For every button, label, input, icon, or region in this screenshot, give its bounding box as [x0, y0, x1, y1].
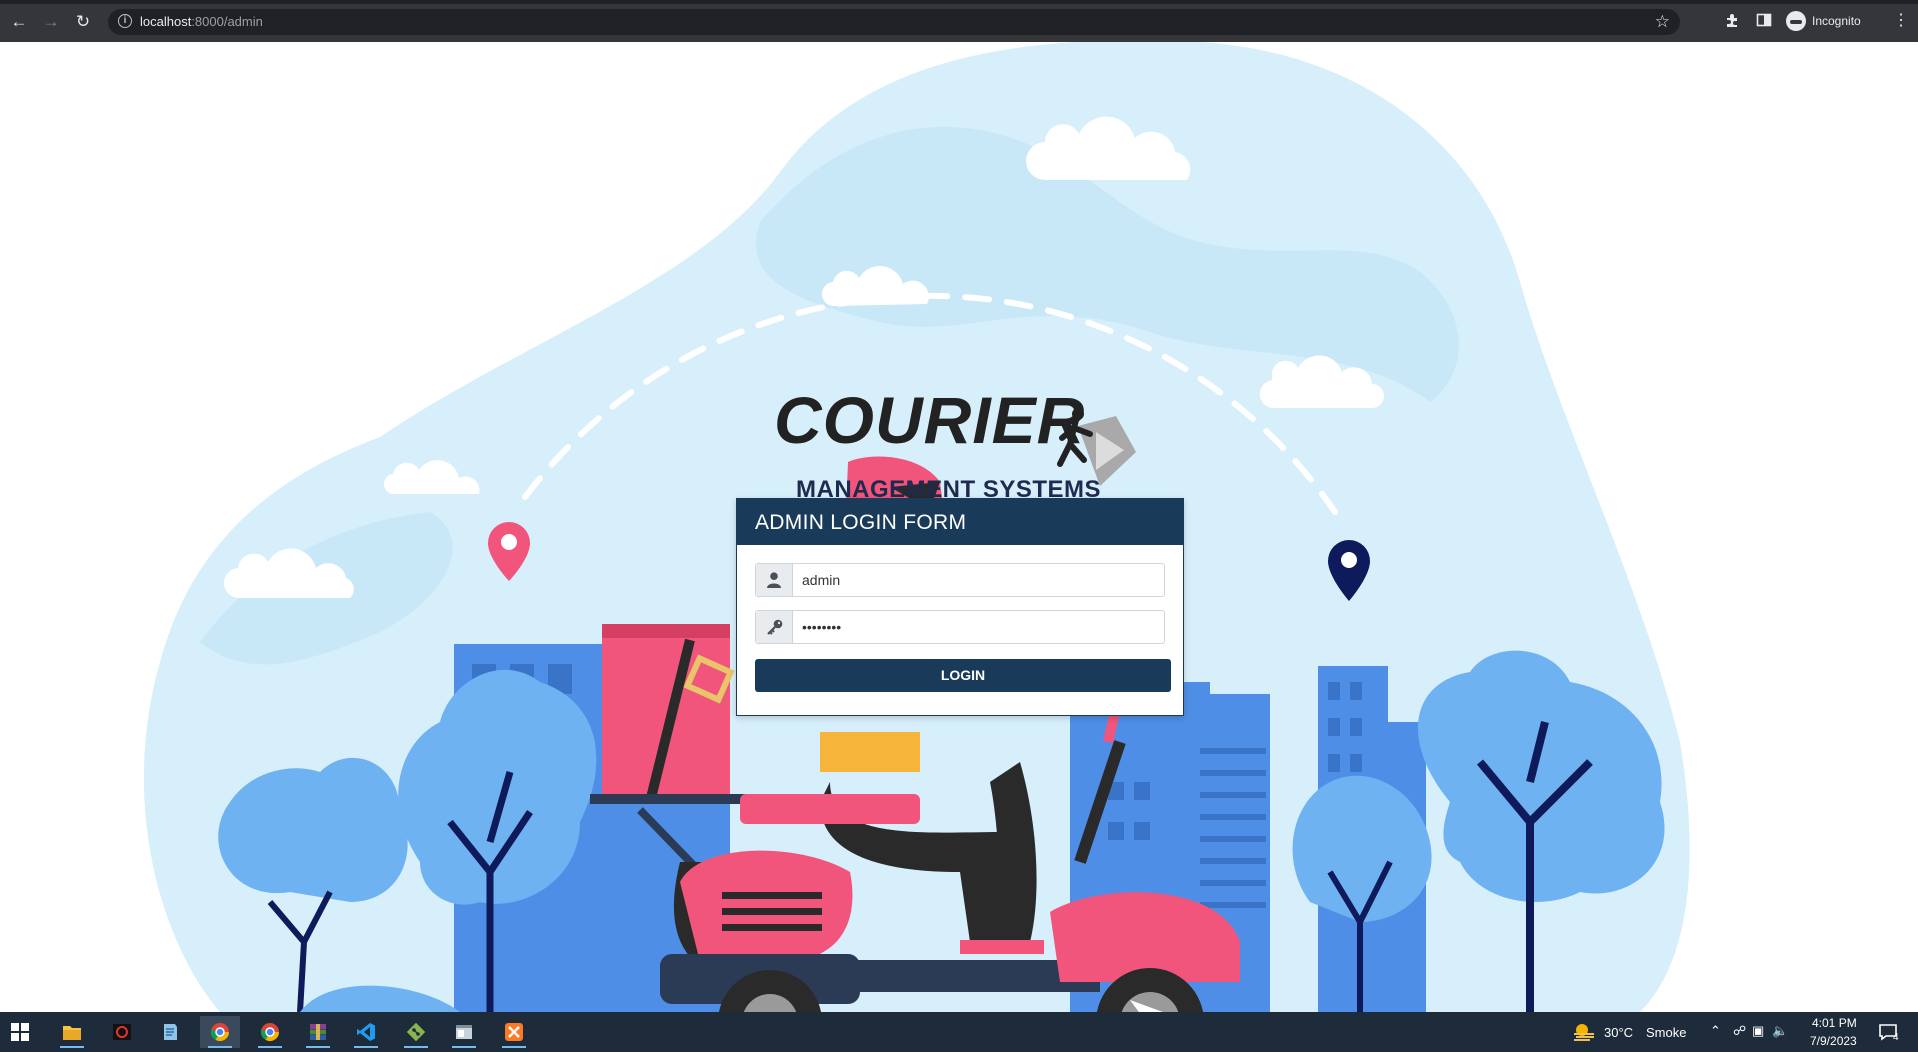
- username-field[interactable]: [755, 563, 1165, 597]
- git-icon[interactable]: [396, 1016, 436, 1048]
- side-panel-icon[interactable]: [1756, 12, 1772, 33]
- file-explorer-icon[interactable]: [52, 1016, 92, 1048]
- active-indicator: [452, 1046, 476, 1048]
- key-icon: [767, 619, 783, 635]
- meet-now-icon[interactable]: ☍: [1733, 1023, 1746, 1039]
- windows-start-icon[interactable]: [0, 1016, 40, 1048]
- volume-icon[interactable]: 🔈: [1772, 1023, 1788, 1039]
- active-indicator: [404, 1046, 428, 1048]
- admin-login-form: ADMIN LOGIN FORM LOGIN: [736, 498, 1184, 716]
- courier-runner-icon: [1057, 408, 1136, 486]
- active-indicator: [208, 1046, 232, 1048]
- forward-icon[interactable]: →: [42, 13, 60, 31]
- notepad-icon[interactable]: [150, 1016, 190, 1048]
- chrome-profile-icon[interactable]: [250, 1016, 290, 1048]
- username-input[interactable]: [793, 564, 1161, 596]
- login-button[interactable]: LOGIN: [755, 659, 1171, 692]
- active-indicator: [354, 1046, 378, 1048]
- bookmark-star-icon[interactable]: ☆: [1655, 12, 1670, 32]
- login-form-header: ADMIN LOGIN FORM: [737, 499, 1183, 545]
- active-indicator: [60, 1046, 84, 1048]
- url-text[interactable]: localhost:8000/admin: [140, 14, 263, 29]
- logo-title: COURIER: [774, 383, 1086, 457]
- windows-taskbar: 30°C Smoke ⌃ ☍ ▣ 🔈 4:01 PM 7/9/2023 4: [0, 1012, 1918, 1052]
- password-input[interactable]: [793, 611, 1161, 643]
- weather-haze-icon[interactable]: [1572, 1022, 1596, 1045]
- vscode-icon[interactable]: [346, 1016, 386, 1048]
- weather-temperature[interactable]: 30°C: [1604, 1025, 1633, 1040]
- password-field[interactable]: [755, 610, 1165, 644]
- notification-count-badge: 4: [1893, 1032, 1899, 1043]
- active-indicator: [502, 1046, 526, 1048]
- menu-icon[interactable]: ⋮: [1893, 13, 1909, 29]
- incognito-icon: [1786, 11, 1806, 31]
- weather-condition[interactable]: Smoke: [1646, 1025, 1686, 1040]
- back-icon[interactable]: ←: [10, 13, 28, 31]
- xampp-icon[interactable]: [494, 1016, 534, 1048]
- extensions-icon[interactable]: [1724, 12, 1740, 33]
- courier-logo: COURIER MANAGEMENT SYSTEMS: [770, 382, 1140, 510]
- window-app-icon[interactable]: [444, 1016, 484, 1048]
- chrome-icon[interactable]: [200, 1016, 240, 1048]
- address-bar[interactable]: i localhost:8000/admin ☆: [108, 9, 1680, 35]
- site-info-icon[interactable]: i: [118, 14, 132, 28]
- browser-toolbar: ← → ↻ i localhost:8000/admin ☆ Incognito…: [0, 0, 1918, 42]
- winrar-icon[interactable]: [298, 1016, 338, 1048]
- network-icon[interactable]: ▣: [1752, 1023, 1764, 1039]
- login-form-title: ADMIN LOGIN FORM: [755, 511, 967, 534]
- media-app-icon[interactable]: [102, 1016, 142, 1048]
- clock-time[interactable]: 4:01 PM: [1812, 1016, 1857, 1030]
- clock-date[interactable]: 7/9/2023: [1810, 1034, 1857, 1048]
- active-indicator: [258, 1046, 282, 1048]
- page-viewport: COURIER MANAGEMENT SYSTEMS ADMIN LOGIN F…: [0, 42, 1918, 1012]
- active-indicator: [306, 1046, 330, 1048]
- username-addon: [756, 564, 793, 596]
- user-icon: [767, 572, 781, 588]
- reload-icon[interactable]: ↻: [74, 13, 92, 31]
- tab-strip: [0, 0, 1918, 4]
- password-addon: [756, 611, 793, 643]
- tray-chevron-icon[interactable]: ⌃: [1710, 1023, 1721, 1039]
